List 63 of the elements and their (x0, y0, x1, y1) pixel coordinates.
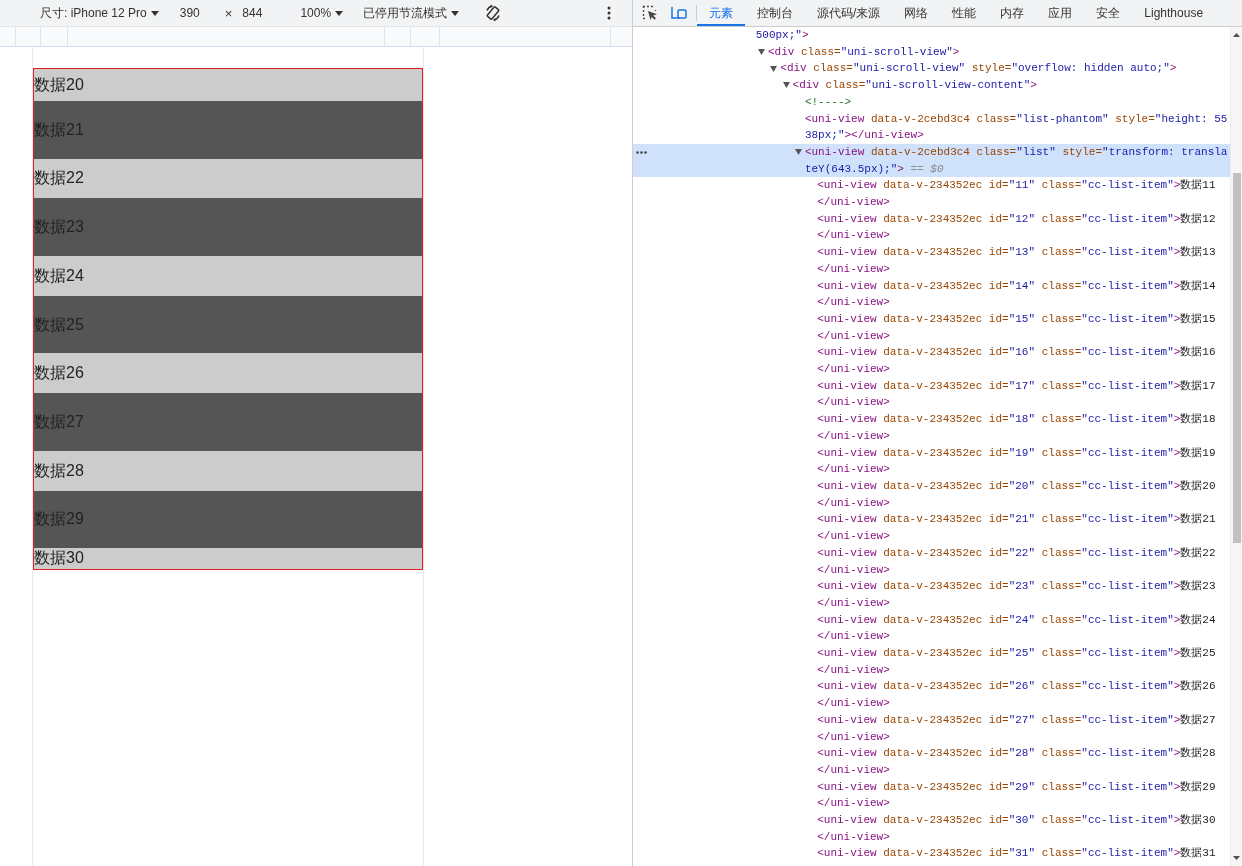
dom-node[interactable]: <uni-view data-v-234352ec id="15" class="cc-list-item">数据15 </uni-view> (817, 310, 1230, 345)
scrollbar-thumb[interactable] (1232, 173, 1241, 543)
throttling-dropdown[interactable]: 已停用节流模式 (363, 3, 460, 23)
height-field[interactable]: 844 (242, 4, 263, 22)
zoom-dropdown[interactable]: 100% (300, 3, 344, 23)
inspect-icon[interactable] (642, 5, 658, 21)
width-field[interactable]: 390 (179, 4, 200, 22)
list-row: 数据20 (34, 69, 422, 101)
arrow-down-icon[interactable] (1233, 856, 1240, 860)
caret-down-icon[interactable] (770, 65, 778, 72)
markup-line: 500px;"> (755, 28, 810, 43)
caret-down-icon (150, 10, 159, 16)
caret-down-icon[interactable] (794, 149, 802, 156)
list-row: 数据30 (34, 548, 422, 569)
dom-node[interactable]: <uni-view data-v-234352ec id="12" class="cc-list-item">数据12 </uni-view> (817, 210, 1230, 245)
caret-down-icon (335, 10, 344, 16)
kebab-menu-icon[interactable] (607, 6, 611, 20)
scrollbar-track[interactable] (1230, 27, 1242, 866)
dom-node[interactable]: <uni-view data-v-234352ec id="14" class="cc-list-item">数据14 </uni-view> (817, 277, 1230, 311)
devtools-tab[interactable]: 内存 (988, 0, 1037, 26)
dom-node[interactable]: <uni-view data-v-234352ec id="28" class="cc-list-item">数据28 </uni-view> (817, 745, 1230, 779)
devtools-tab[interactable]: 性能 (940, 0, 989, 26)
devtools-tab[interactable]: 控制台 (745, 0, 805, 26)
dom-node[interactable]: <uni-view data-v-234352ec id="20" class="cc-list-item">数据20 </uni-view> (817, 478, 1230, 512)
dom-node[interactable]: <uni-view data-v-234352ec id="30" class="cc-list-item">数据30 </uni-view> (817, 812, 1230, 846)
dom-node[interactable]: <uni-view data-v-234352ec id="24" class="cc-list-item">数据24 </uni-view> (817, 611, 1230, 645)
dom-node[interactable]: <uni-view data-v-234352ec id="25" class="cc-list-item">数据25 </uni-view> (817, 645, 1230, 679)
list-row: 数据28 (34, 450, 422, 491)
device-dropdown[interactable]: 尺寸: iPhone 12 Pro (40, 3, 159, 23)
dom-node[interactable]: <uni-view data-v-234352ec id="29" class="cc-list-item">数据29 </uni-view> (817, 778, 1230, 813)
devtools-tab[interactable]: 源代码/来源 (805, 0, 893, 26)
caret-down-icon[interactable] (758, 49, 765, 56)
ellipsis-icon[interactable] (636, 150, 647, 154)
dom-node[interactable]: <div class="uni-scroll-view-content"> (792, 77, 1230, 94)
dom-node[interactable]: <uni-view data-v-234352ec id="19" class="cc-list-item">数据19 </uni-view> (817, 444, 1230, 478)
devtools-tab[interactable]: Lighthouse (1132, 0, 1216, 26)
caret-down-icon[interactable] (782, 82, 790, 89)
dom-node[interactable]: <div class="uni-scroll-view"> (768, 43, 1230, 61)
dom-node[interactable]: <uni-view data-v-234352ec id="27" class="cc-list-item">数据27 </uni-view> (817, 711, 1230, 746)
dom-node[interactable]: <uni-view data-v-234352ec id="11" class="cc-list-item">数据11 </uni-view> (817, 177, 1230, 211)
arrow-up-icon[interactable] (1233, 33, 1240, 37)
dom-node[interactable]: <uni-view data-v-234352ec id="21" class="cc-list-item">数据21 </uni-view> (817, 511, 1230, 545)
dom-node[interactable]: <uni-view data-v-2cebd3c4 class="list-phantom" style="height: 5538px;"></uni-view> (804, 110, 1230, 144)
devtools-tab[interactable]: 安全 (1084, 0, 1133, 26)
dom-node[interactable]: <uni-view data-v-234352ec id="26" class="cc-list-item">数据26 </uni-view> (817, 678, 1230, 712)
devtools-tab[interactable]: 应用 (1036, 0, 1085, 26)
dom-node[interactable]: <uni-view data-v-2cebd3c4 class="list" style="transform: translateY(643.5px);"> == $0 (804, 143, 1230, 178)
dom-node[interactable]: <uni-view data-v-234352ec id="13" class="cc-list-item">数据13 </uni-view> (817, 244, 1230, 278)
dom-node[interactable]: <div class="uni-scroll-view" style="overflow: hidden auto;"> (780, 60, 1230, 78)
dom-node[interactable]: <uni-view data-v-234352ec id="16" class="cc-list-item">数据16 </uni-view> (817, 344, 1230, 378)
list-row: 数据22 (34, 158, 422, 199)
dom-node[interactable]: <uni-view data-v-234352ec id="18" class="cc-list-item">数据18 </uni-view> (817, 411, 1230, 445)
dom-node[interactable]: <uni-view data-v-234352ec id="31" class="cc-list-item">数据31 (817, 845, 1230, 863)
list-row: 数据24 (34, 256, 422, 296)
dimension-separator: × (224, 5, 233, 21)
list-row: 数据26 (34, 353, 422, 394)
devtools-tab[interactable]: 网络 (892, 0, 941, 26)
dom-node[interactable]: <uni-view data-v-234352ec id="23" class="cc-list-item">数据23 </uni-view> (817, 578, 1230, 612)
caret-down-icon (451, 10, 460, 16)
phone-tablet-icon[interactable] (670, 5, 688, 21)
dom-node[interactable]: <uni-view data-v-234352ec id="17" class="cc-list-item">数据17 </uni-view> (817, 377, 1230, 412)
dom-node[interactable]: <!----> (804, 93, 1230, 111)
dom-node[interactable]: <uni-view data-v-234352ec id="22" class="cc-list-item">数据22 </uni-view> (817, 544, 1230, 579)
